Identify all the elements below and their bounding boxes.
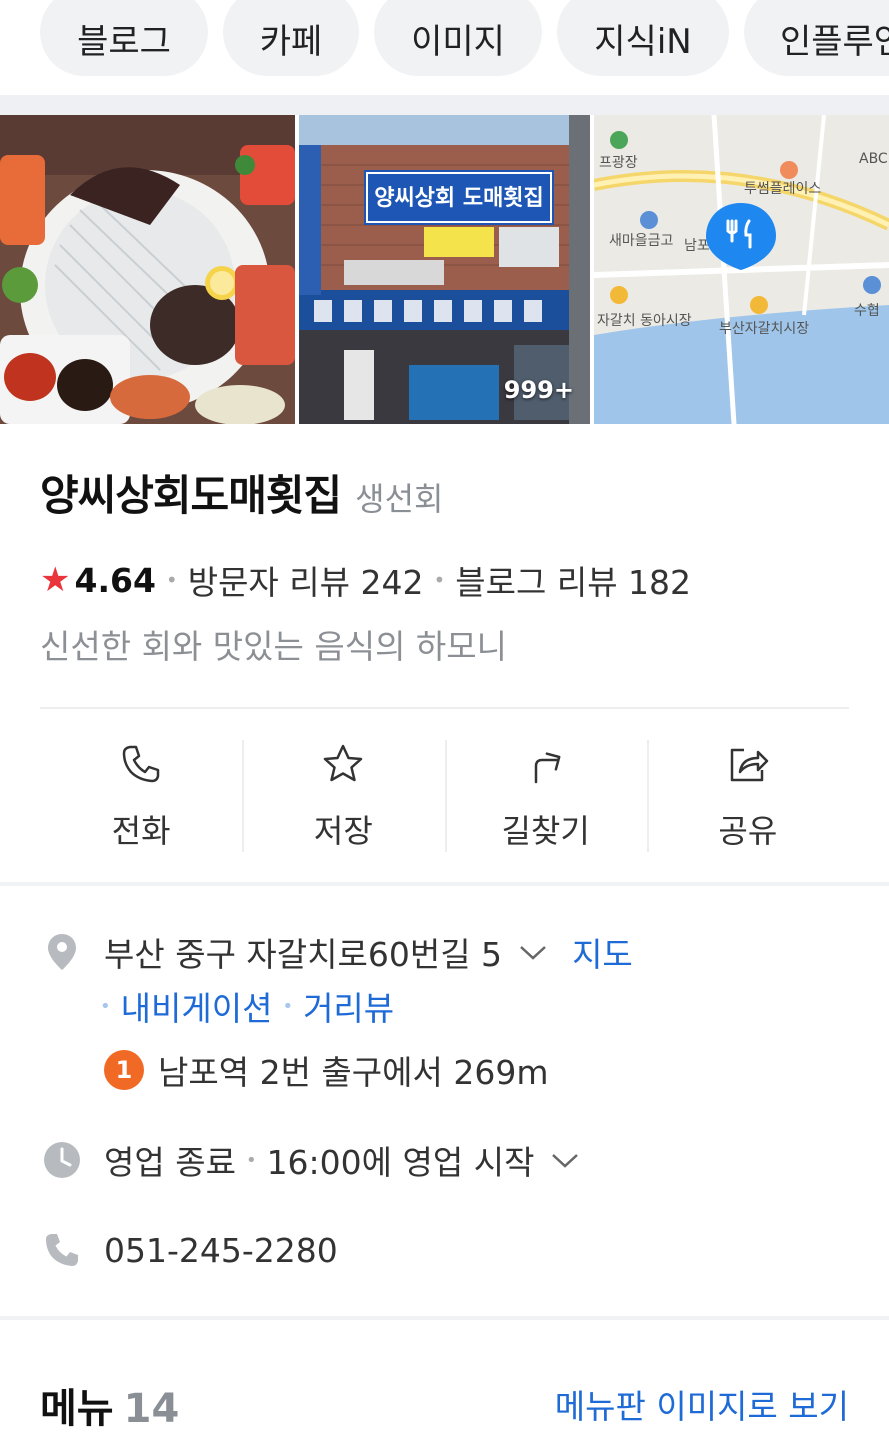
chip-blog[interactable]: 블로그 xyxy=(40,0,208,76)
share-button[interactable]: 공유 xyxy=(646,740,849,854)
section-gap xyxy=(0,1316,889,1320)
map-label: 투썸플레이스 xyxy=(744,181,821,197)
separator-dot: • xyxy=(282,995,294,1017)
save-button[interactable]: 저장 xyxy=(242,740,444,854)
address-links-row: • 내비게이션 • 거리뷰 xyxy=(100,982,394,1030)
map-label: 자갈치 동아시장 xyxy=(597,313,692,329)
place-category: 생선회 xyxy=(355,480,444,518)
hours-next-open: 16:00에 영업 시작 xyxy=(266,1143,535,1182)
phone-icon xyxy=(46,1234,78,1266)
separator-dot: • xyxy=(165,568,178,592)
map-link[interactable]: 지도 xyxy=(572,928,633,976)
subway-row: 1 남포역 2번 출구에서 269m xyxy=(104,1046,548,1094)
chip-label: 지식iN xyxy=(594,21,692,62)
chevron-down-icon[interactable] xyxy=(518,942,548,962)
location-pin-icon xyxy=(48,934,76,970)
phone-icon xyxy=(122,745,160,783)
action-label: 길찾기 xyxy=(501,812,590,850)
chip-label: 인플루언 xyxy=(780,21,889,62)
chip-image[interactable]: 이미지 xyxy=(374,0,542,76)
chip-label: 카페 xyxy=(259,21,323,62)
section-gap xyxy=(0,882,889,886)
subway-distance: 남포역 2번 출구에서 269m xyxy=(158,1053,549,1092)
chip-knowledge-in[interactable]: 지식iN xyxy=(557,0,729,76)
directions-icon xyxy=(534,752,561,784)
photo-strip: 양씨상회 도매횟집 999+ 프광장 투썸플레이스 새마을금고 남포동 자갈치 … xyxy=(0,115,889,424)
map-label: ABC xyxy=(859,151,888,167)
clock-icon xyxy=(44,1142,80,1178)
map-label: 프광장 xyxy=(599,155,638,171)
call-button[interactable]: 전화 xyxy=(40,740,242,854)
menu-title: 메뉴 xyxy=(40,1386,114,1432)
map-label: 부산자갈치시장 xyxy=(719,321,809,337)
separator-dot: • xyxy=(433,568,446,592)
visitor-reviews-link[interactable]: 방문자 리뷰 242 xyxy=(188,556,424,604)
address-row: 부산 중구 자갈치로60번길 5 지도 xyxy=(40,928,633,976)
action-label: 저장 xyxy=(313,812,373,850)
address-text[interactable]: 부산 중구 자갈치로60번길 5 xyxy=(104,928,502,976)
section-gap xyxy=(0,95,889,115)
place-title-row: 양씨상회도매횟집 생선회 xyxy=(40,462,443,523)
place-name: 양씨상회도매횟집 xyxy=(40,471,342,520)
action-label: 공유 xyxy=(718,812,778,850)
star-icon xyxy=(324,744,363,782)
divider xyxy=(40,707,849,709)
storefront-photo[interactable]: 양씨상회 도매횟집 999+ xyxy=(299,115,590,424)
menu-board-link[interactable]: 메뉴판 이미지로 보기 xyxy=(555,1380,849,1428)
hours-row[interactable]: 영업 종료 • 16:00에 영업 시작 xyxy=(40,1136,580,1184)
place-description: 신선한 회와 맛있는 음식의 하모니 xyxy=(40,627,507,666)
action-bar: 전화 저장 길찾기 공유 xyxy=(40,740,849,854)
map-label: 수협 xyxy=(854,303,880,319)
photo-count-badge: 999+ xyxy=(503,376,574,404)
store-sign-text: 양씨상회 도매횟집 xyxy=(374,186,544,211)
phone-number[interactable]: 051-245-2280 xyxy=(104,1231,338,1270)
chip-influencer[interactable]: 인플루언 xyxy=(744,0,889,76)
menu-count: 14 xyxy=(123,1386,180,1432)
chip-label: 블로그 xyxy=(77,21,171,62)
share-icon xyxy=(730,748,769,782)
separator-dot: • xyxy=(245,1149,257,1171)
rating-value: 4.64 xyxy=(74,560,156,600)
separator-dot: • xyxy=(100,995,111,1017)
streetview-link[interactable]: 거리뷰 xyxy=(303,982,394,1030)
menu-heading: 메뉴 14 xyxy=(40,1376,179,1434)
navigation-link[interactable]: 내비게이션 xyxy=(121,982,273,1030)
chip-label: 이미지 xyxy=(411,21,505,62)
blog-reviews-link[interactable]: 블로그 리뷰 182 xyxy=(455,556,691,604)
food-photo[interactable] xyxy=(0,115,295,424)
hours-status: 영업 종료 xyxy=(104,1143,236,1182)
map-label: 새마을금고 xyxy=(609,233,674,249)
action-label: 전화 xyxy=(111,812,171,850)
chip-cafe[interactable]: 카페 xyxy=(223,0,359,76)
rating-star-icon: ★ xyxy=(40,560,71,600)
category-chip-bar: 블로그 카페 이미지 지식iN 인플루언 xyxy=(0,0,889,95)
map-thumbnail[interactable]: 프광장 투썸플레이스 새마을금고 남포동 자갈치 동아시장 부산자갈치시장 수협… xyxy=(594,115,889,424)
subway-line-badge: 1 xyxy=(104,1050,144,1090)
directions-button[interactable]: 길찾기 xyxy=(444,740,647,854)
rating-row: ★ 4.64 • 방문자 리뷰 242 • 블로그 리뷰 182 xyxy=(40,556,691,604)
phone-row: 051-245-2280 xyxy=(40,1228,338,1272)
chevron-down-icon[interactable] xyxy=(550,1150,580,1170)
